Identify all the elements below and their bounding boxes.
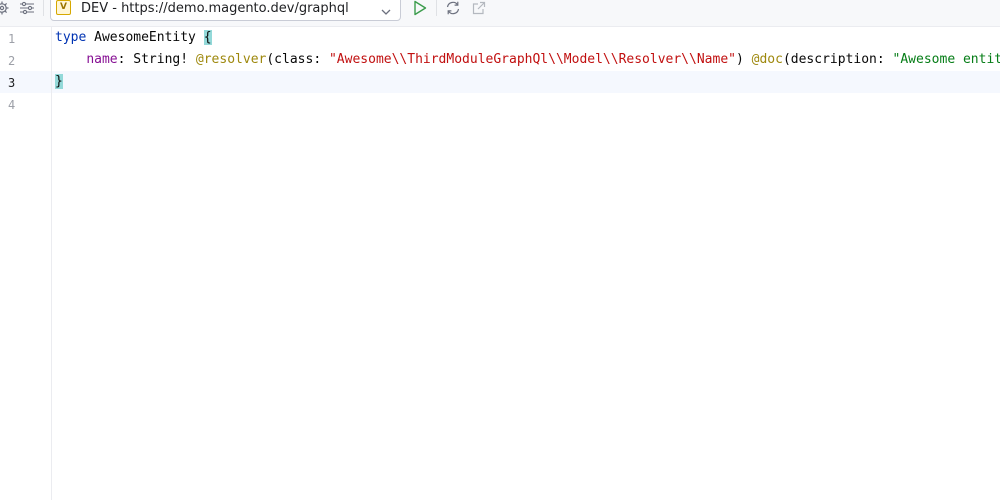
environment-badge: V (56, 0, 71, 15)
directive-args: (class: (266, 52, 329, 67)
type-name: AwesomeEntity (86, 30, 204, 45)
editor-toolbar: V DEV - https://demo.magento.dev/graphql (0, 0, 1000, 27)
line-number: 2 (8, 54, 16, 68)
open-external-icon[interactable] (472, 0, 486, 16)
toolbar-separator (43, 0, 44, 16)
line-number-gutter: 1 2 3 4 (0, 27, 52, 500)
refresh-icon[interactable] (445, 0, 461, 16)
line-number-current: 3 (8, 76, 16, 90)
run-play-icon[interactable] (412, 0, 428, 16)
description-string: "Awesome entit (892, 52, 1000, 67)
close-brace: } (55, 74, 63, 89)
code-line: type AwesomeEntity { (55, 27, 212, 49)
code-line: name: String! @resolver(class: "Awesome\… (55, 49, 1000, 71)
settings-gear-icon[interactable] (0, 0, 9, 16)
filter-sliders-icon[interactable] (19, 0, 35, 16)
field-name: name (86, 52, 118, 67)
directive-args: (description: (782, 52, 893, 67)
resolver-directive: @resolver (195, 52, 267, 67)
directive-args-close: ) (735, 52, 752, 67)
doc-directive: @doc (751, 52, 783, 67)
toolbar-separator (436, 0, 437, 16)
environment-select[interactable]: V DEV - https://demo.magento.dev/graphql (50, 0, 401, 21)
code-editor[interactable]: 1 2 3 4 type AwesomeEntity { name: Strin… (0, 27, 1000, 500)
open-brace: { (203, 30, 212, 45)
resolver-class-string: "Awesome\\ThirdModuleGraphQl\\Model\\Res… (328, 52, 736, 67)
line-number: 4 (8, 98, 16, 112)
line-number: 1 (8, 32, 16, 46)
current-line-highlight (0, 71, 1000, 93)
environment-selected-value: DEV - https://demo.magento.dev/graphql (81, 1, 349, 16)
field-type: : String! (117, 52, 196, 67)
chevron-down-icon (381, 2, 391, 20)
code-line: } (55, 71, 63, 93)
type-keyword: type (55, 30, 87, 45)
